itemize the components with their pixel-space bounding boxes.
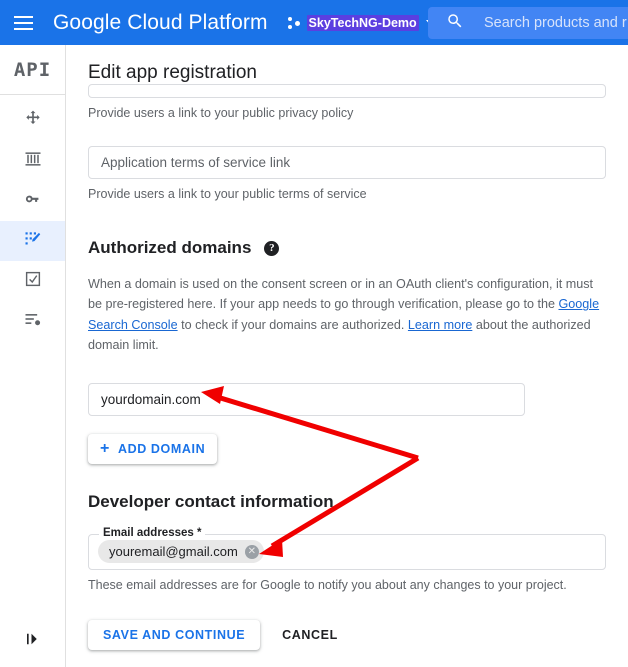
add-domain-label: ADD DOMAIN xyxy=(118,442,205,456)
oauth-consent-pencil-icon xyxy=(23,229,43,254)
cancel-button[interactable]: CANCEL xyxy=(272,620,348,650)
sidebar-item-domain-verification[interactable] xyxy=(0,261,65,301)
privacy-policy-link-field[interactable] xyxy=(88,84,606,98)
domains-paragraph-2: to check if your domains are authorized. xyxy=(178,318,408,332)
learn-more-link[interactable]: Learn more xyxy=(408,318,472,332)
left-navigation-rail: API xyxy=(0,45,66,667)
email-chip[interactable]: youremail@gmail.com ✕ xyxy=(98,540,264,563)
key-icon xyxy=(23,189,43,214)
sidebar-item-dashboard[interactable] xyxy=(0,101,65,141)
sidebar-item-oauth-consent-screen[interactable] xyxy=(0,221,65,261)
brand-title: Google Cloud Platform xyxy=(53,11,268,35)
authorized-domains-heading-row: Authorized domains ? xyxy=(88,238,606,258)
domain-input-value: yourdomain.com xyxy=(101,392,201,407)
hamburger-menu-icon[interactable] xyxy=(0,0,46,45)
privacy-policy-helper: Provide users a link to your public priv… xyxy=(88,105,606,123)
form-body: Provide users a link to your public priv… xyxy=(66,84,628,650)
domain-input[interactable]: yourdomain.com xyxy=(88,383,525,416)
sidebar-item-library[interactable] xyxy=(0,141,65,181)
plus-icon: + xyxy=(100,441,110,457)
email-addresses-field[interactable]: Email addresses * youremail@gmail.com ✕ xyxy=(88,534,606,570)
save-and-continue-button[interactable]: SAVE AND CONTINUE xyxy=(88,620,260,650)
search-input[interactable]: Search products and r xyxy=(428,7,628,39)
sidebar-item-page-usage-agreement[interactable] xyxy=(0,301,65,341)
list-settings-icon xyxy=(23,309,43,334)
library-columns-icon xyxy=(23,149,43,174)
app-root: Google Cloud Platform SkyTechNG-Demo Sea… xyxy=(0,0,628,667)
project-selector[interactable]: SkyTechNG-Demo xyxy=(288,15,436,31)
help-circle-icon[interactable]: ? xyxy=(264,241,279,256)
developer-contact-heading: Developer contact information xyxy=(88,492,334,512)
sidebar-item-credentials[interactable] xyxy=(0,181,65,221)
email-chip-value: youremail@gmail.com xyxy=(109,544,238,559)
rail-item-list xyxy=(0,95,65,341)
chip-remove-icon[interactable]: ✕ xyxy=(245,545,259,559)
dashboard-arrows-icon xyxy=(23,109,43,134)
terms-of-service-placeholder: Application terms of service link xyxy=(101,155,290,170)
developer-contact-helper: These email addresses are for Google to … xyxy=(88,577,606,595)
search-icon xyxy=(446,12,464,35)
terms-of-service-helper: Provide users a link to your public term… xyxy=(88,186,606,204)
top-app-bar: Google Cloud Platform SkyTechNG-Demo Sea… xyxy=(0,0,628,45)
project-dots-icon xyxy=(288,16,302,30)
email-addresses-label: Email addresses * xyxy=(99,527,205,539)
search-placeholder: Search products and r xyxy=(484,15,627,31)
expand-panel-icon[interactable] xyxy=(0,619,65,659)
api-logo: API xyxy=(0,45,65,95)
project-name-label: SkyTechNG-Demo xyxy=(307,15,419,31)
developer-contact-heading-row: Developer contact information xyxy=(88,492,606,512)
form-actions: SAVE AND CONTINUE CANCEL xyxy=(88,620,606,650)
checkbox-verified-icon xyxy=(24,270,42,293)
add-domain-button[interactable]: + ADD DOMAIN xyxy=(88,434,217,464)
authorized-domains-heading: Authorized domains xyxy=(88,238,251,258)
main-content: Edit app registration Provide users a li… xyxy=(66,45,628,667)
terms-of-service-link-field[interactable]: Application terms of service link xyxy=(88,146,606,179)
domains-paragraph-1: When a domain is used on the consent scr… xyxy=(88,277,593,311)
authorized-domains-description: When a domain is used on the consent scr… xyxy=(88,274,606,356)
